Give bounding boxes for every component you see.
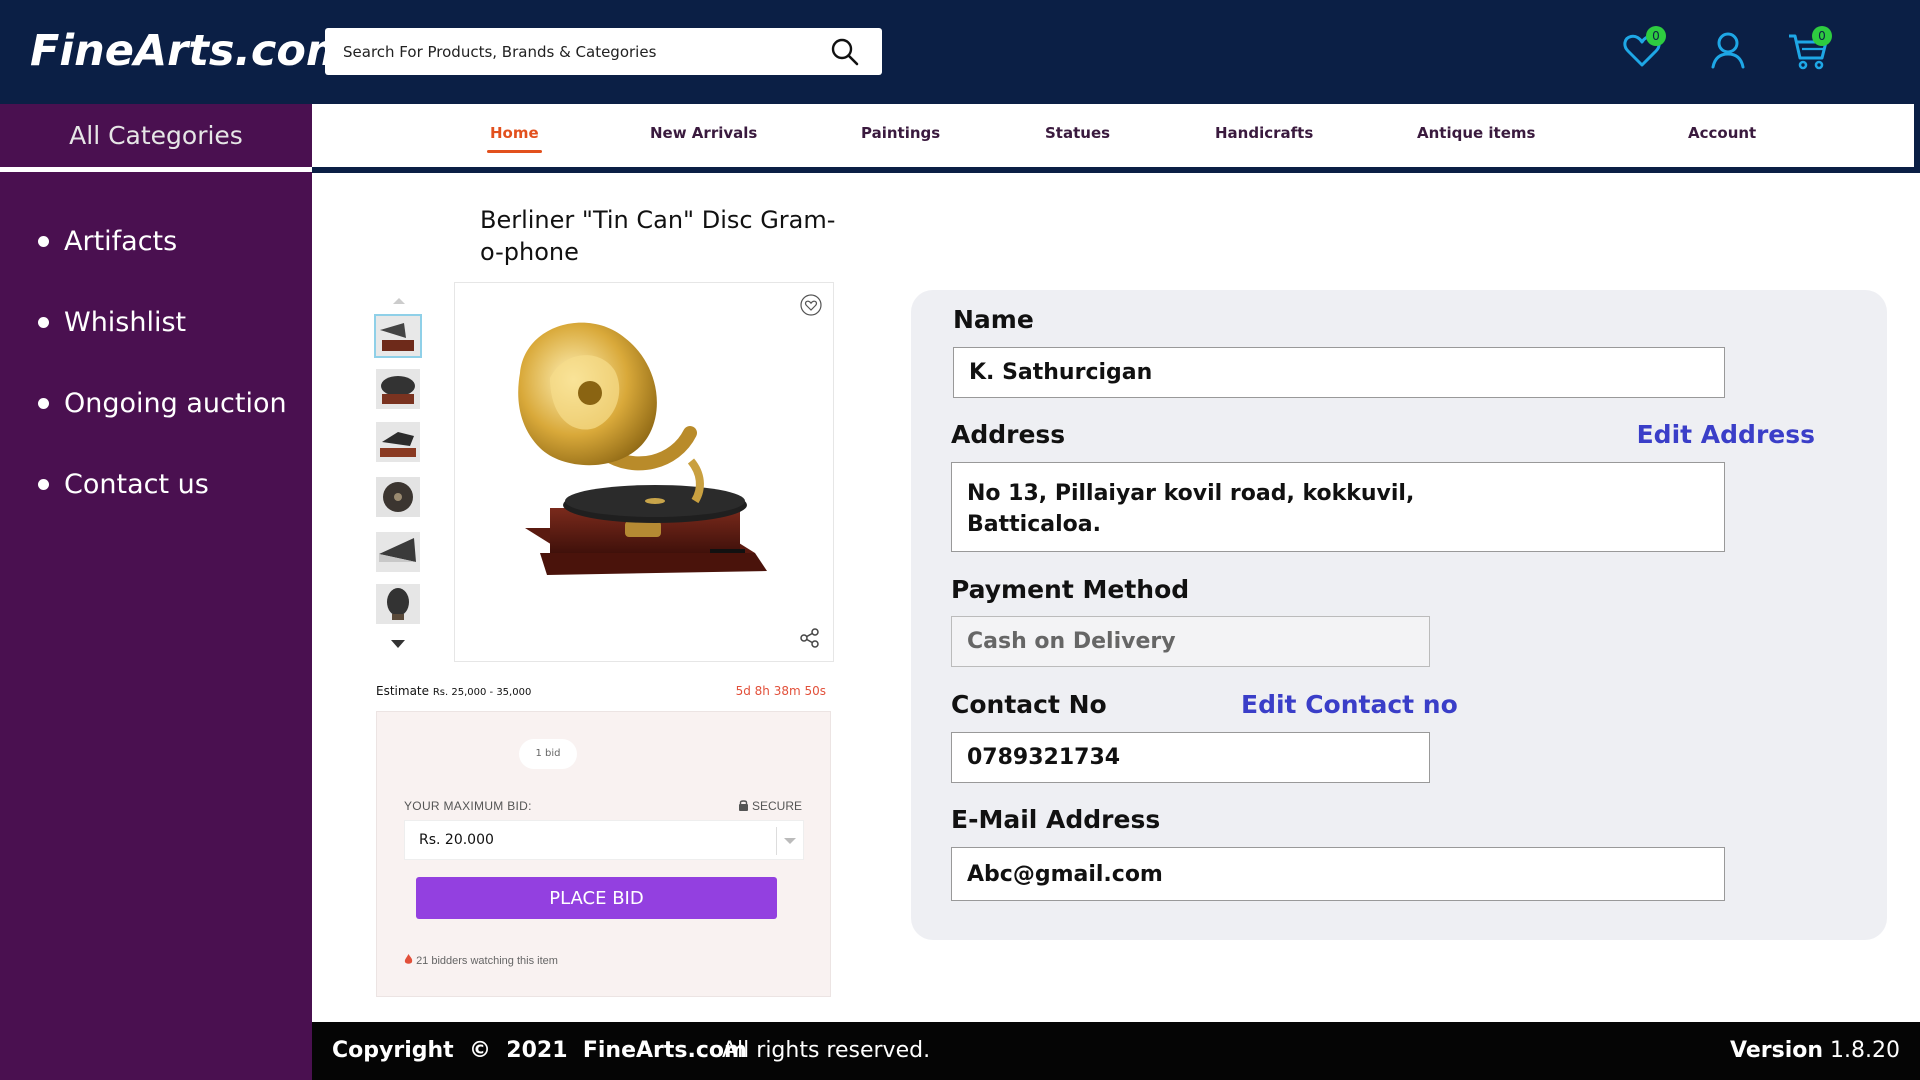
bullet-icon <box>38 236 49 247</box>
bullet-icon <box>38 479 49 490</box>
thumbnail-gramophone-6[interactable] <box>376 584 420 624</box>
product-image-frame <box>454 282 834 662</box>
nav-divider <box>312 167 1920 173</box>
address-text: No 13, Pillaiyar kovil road, kokkuvil, B… <box>967 478 1414 540</box>
name-field[interactable]: K. Sathurcigan <box>953 347 1725 398</box>
user-icon <box>1711 32 1745 69</box>
sidebar-list: Artifacts Whishlist Ongoing auction Cont… <box>38 224 287 548</box>
estimate-value: Rs. 25,000 - 35,000 <box>432 687 532 698</box>
nav-antique-items[interactable]: Antique items <box>1417 124 1535 142</box>
product-title: Berliner "Tin Can" Disc Gram-o-phone <box>480 206 836 266</box>
max-bid-label: YOUR MAXIMUM BID: <box>404 799 532 813</box>
thumbnail-gramophone-1[interactable] <box>374 314 422 358</box>
checkout-form-card: Name K. Sathurcigan Address Edit Address… <box>911 290 1887 940</box>
estimate-row: Estimate Rs. 25,000 - 35,000 5d 8h 38m 5… <box>376 684 826 698</box>
nav-home[interactable]: Home <box>490 124 539 142</box>
bid-count-badge: 1 bid <box>519 739 577 769</box>
chevron-down-icon <box>784 838 796 844</box>
contact-label: Contact No <box>951 690 1107 719</box>
email-label: E-Mail Address <box>951 805 1161 834</box>
search-input[interactable] <box>343 28 813 75</box>
bid-panel: 1 bid YOUR MAXIMUM BID: SECURE Rs. 20.00… <box>376 711 831 997</box>
payment-method-field[interactable]: Cash on Delivery <box>951 616 1430 667</box>
sidebar-item-label: Ongoing auction <box>64 388 287 419</box>
version-label: Version <box>1730 1038 1824 1063</box>
nav-edge <box>1914 104 1920 173</box>
nav-new-arrivals[interactable]: New Arrivals <box>650 124 757 142</box>
copyright-text: Copyright © 2021 FineArts.com <box>332 1038 747 1063</box>
footer: Copyright © 2021 FineArts.com All rights… <box>312 1022 1920 1080</box>
address-field[interactable]: No 13, Pillaiyar kovil road, kokkuvil, B… <box>951 462 1725 552</box>
site-logo[interactable]: FineArts.com <box>30 26 351 76</box>
cart-button[interactable]: 0 <box>1786 26 1832 72</box>
name-label: Name <box>953 305 1034 334</box>
rights-text: All rights reserved. <box>722 1038 931 1063</box>
address-line-2: Batticaloa. <box>967 512 1101 537</box>
search-icon[interactable] <box>830 37 860 67</box>
edit-contact-link[interactable]: Edit Contact no <box>1241 690 1458 719</box>
secure-text: SECURE <box>751 799 802 813</box>
thumbnail-gramophone-5[interactable] <box>376 532 420 572</box>
wishlist-button[interactable]: 0 <box>1620 26 1666 72</box>
lock-icon <box>738 800 748 811</box>
payment-method-label: Payment Method <box>951 575 1190 604</box>
fire-icon <box>404 954 413 964</box>
favorite-heart-icon[interactable] <box>799 293 823 317</box>
share-icon[interactable] <box>799 627 821 649</box>
sidebar-item-label: Whishlist <box>64 307 187 338</box>
sidebar-item-whishlist[interactable]: Whishlist <box>38 305 287 386</box>
sidebar-item-label: Artifacts <box>64 226 178 257</box>
main-nav: Home New Arrivals Paintings Statues Hand… <box>312 104 1916 167</box>
select-divider <box>776 827 777 855</box>
nav-paintings[interactable]: Paintings <box>861 124 940 142</box>
sidebar: All Categories Artifacts Whishlist Ongoi… <box>0 104 312 1080</box>
bullet-icon <box>38 317 49 328</box>
top-header: FineArts.com 0 0 <box>0 0 1920 104</box>
version-number: 1.8.20 <box>1830 1038 1900 1063</box>
contact-field[interactable]: 0789321734 <box>951 732 1430 783</box>
nav-statues[interactable]: Statues <box>1045 124 1110 142</box>
bullet-icon <box>38 398 49 409</box>
sidebar-item-artifacts[interactable]: Artifacts <box>38 224 287 305</box>
auction-timer: 5d 8h 38m 50s <box>735 684 826 698</box>
search-bar <box>325 28 882 75</box>
secure-label: SECURE <box>738 799 802 813</box>
email-field[interactable]: Abc@gmail.com <box>951 847 1725 901</box>
sidebar-item-ongoing-auction[interactable]: Ongoing auction <box>38 386 287 467</box>
nav-handicrafts[interactable]: Handicrafts <box>1215 124 1313 142</box>
sidebar-item-label: Contact us <box>64 469 209 500</box>
thumbnail-gramophone-2[interactable] <box>376 369 420 409</box>
sidebar-divider <box>0 167 312 172</box>
max-bid-value: Rs. 20.000 <box>419 832 494 848</box>
version-info: Version 1.8.20 <box>1730 1038 1900 1063</box>
address-label: Address <box>951 420 1066 449</box>
product-image-gramophone[interactable] <box>455 283 835 663</box>
watchers-text: 21 bidders watching this item <box>416 955 558 967</box>
thumbnail-gramophone-4[interactable] <box>376 477 420 517</box>
account-button[interactable] <box>1706 28 1750 72</box>
thumbnail-gramophone-3[interactable] <box>376 422 420 462</box>
all-categories-button[interactable]: All Categories <box>0 104 312 167</box>
estimate-label: Estimate <box>376 684 430 698</box>
edit-address-link[interactable]: Edit Address <box>1637 420 1815 449</box>
watchers-info: 21 bidders watching this item <box>404 954 558 967</box>
thumbs-scroll-down-icon[interactable] <box>389 638 407 650</box>
max-bid-select[interactable]: Rs. 20.000 <box>404 820 804 860</box>
address-line-1: No 13, Pillaiyar kovil road, kokkuvil, <box>967 481 1415 506</box>
cart-count-badge: 0 <box>1812 26 1832 46</box>
wishlist-count-badge: 0 <box>1646 26 1666 46</box>
thumbs-scroll-up-icon[interactable] <box>391 296 407 306</box>
nav-account[interactable]: Account <box>1688 124 1756 142</box>
sidebar-item-contact-us[interactable]: Contact us <box>38 467 287 548</box>
active-tab-indicator <box>487 150 542 153</box>
place-bid-button[interactable]: PLACE BID <box>416 877 777 919</box>
